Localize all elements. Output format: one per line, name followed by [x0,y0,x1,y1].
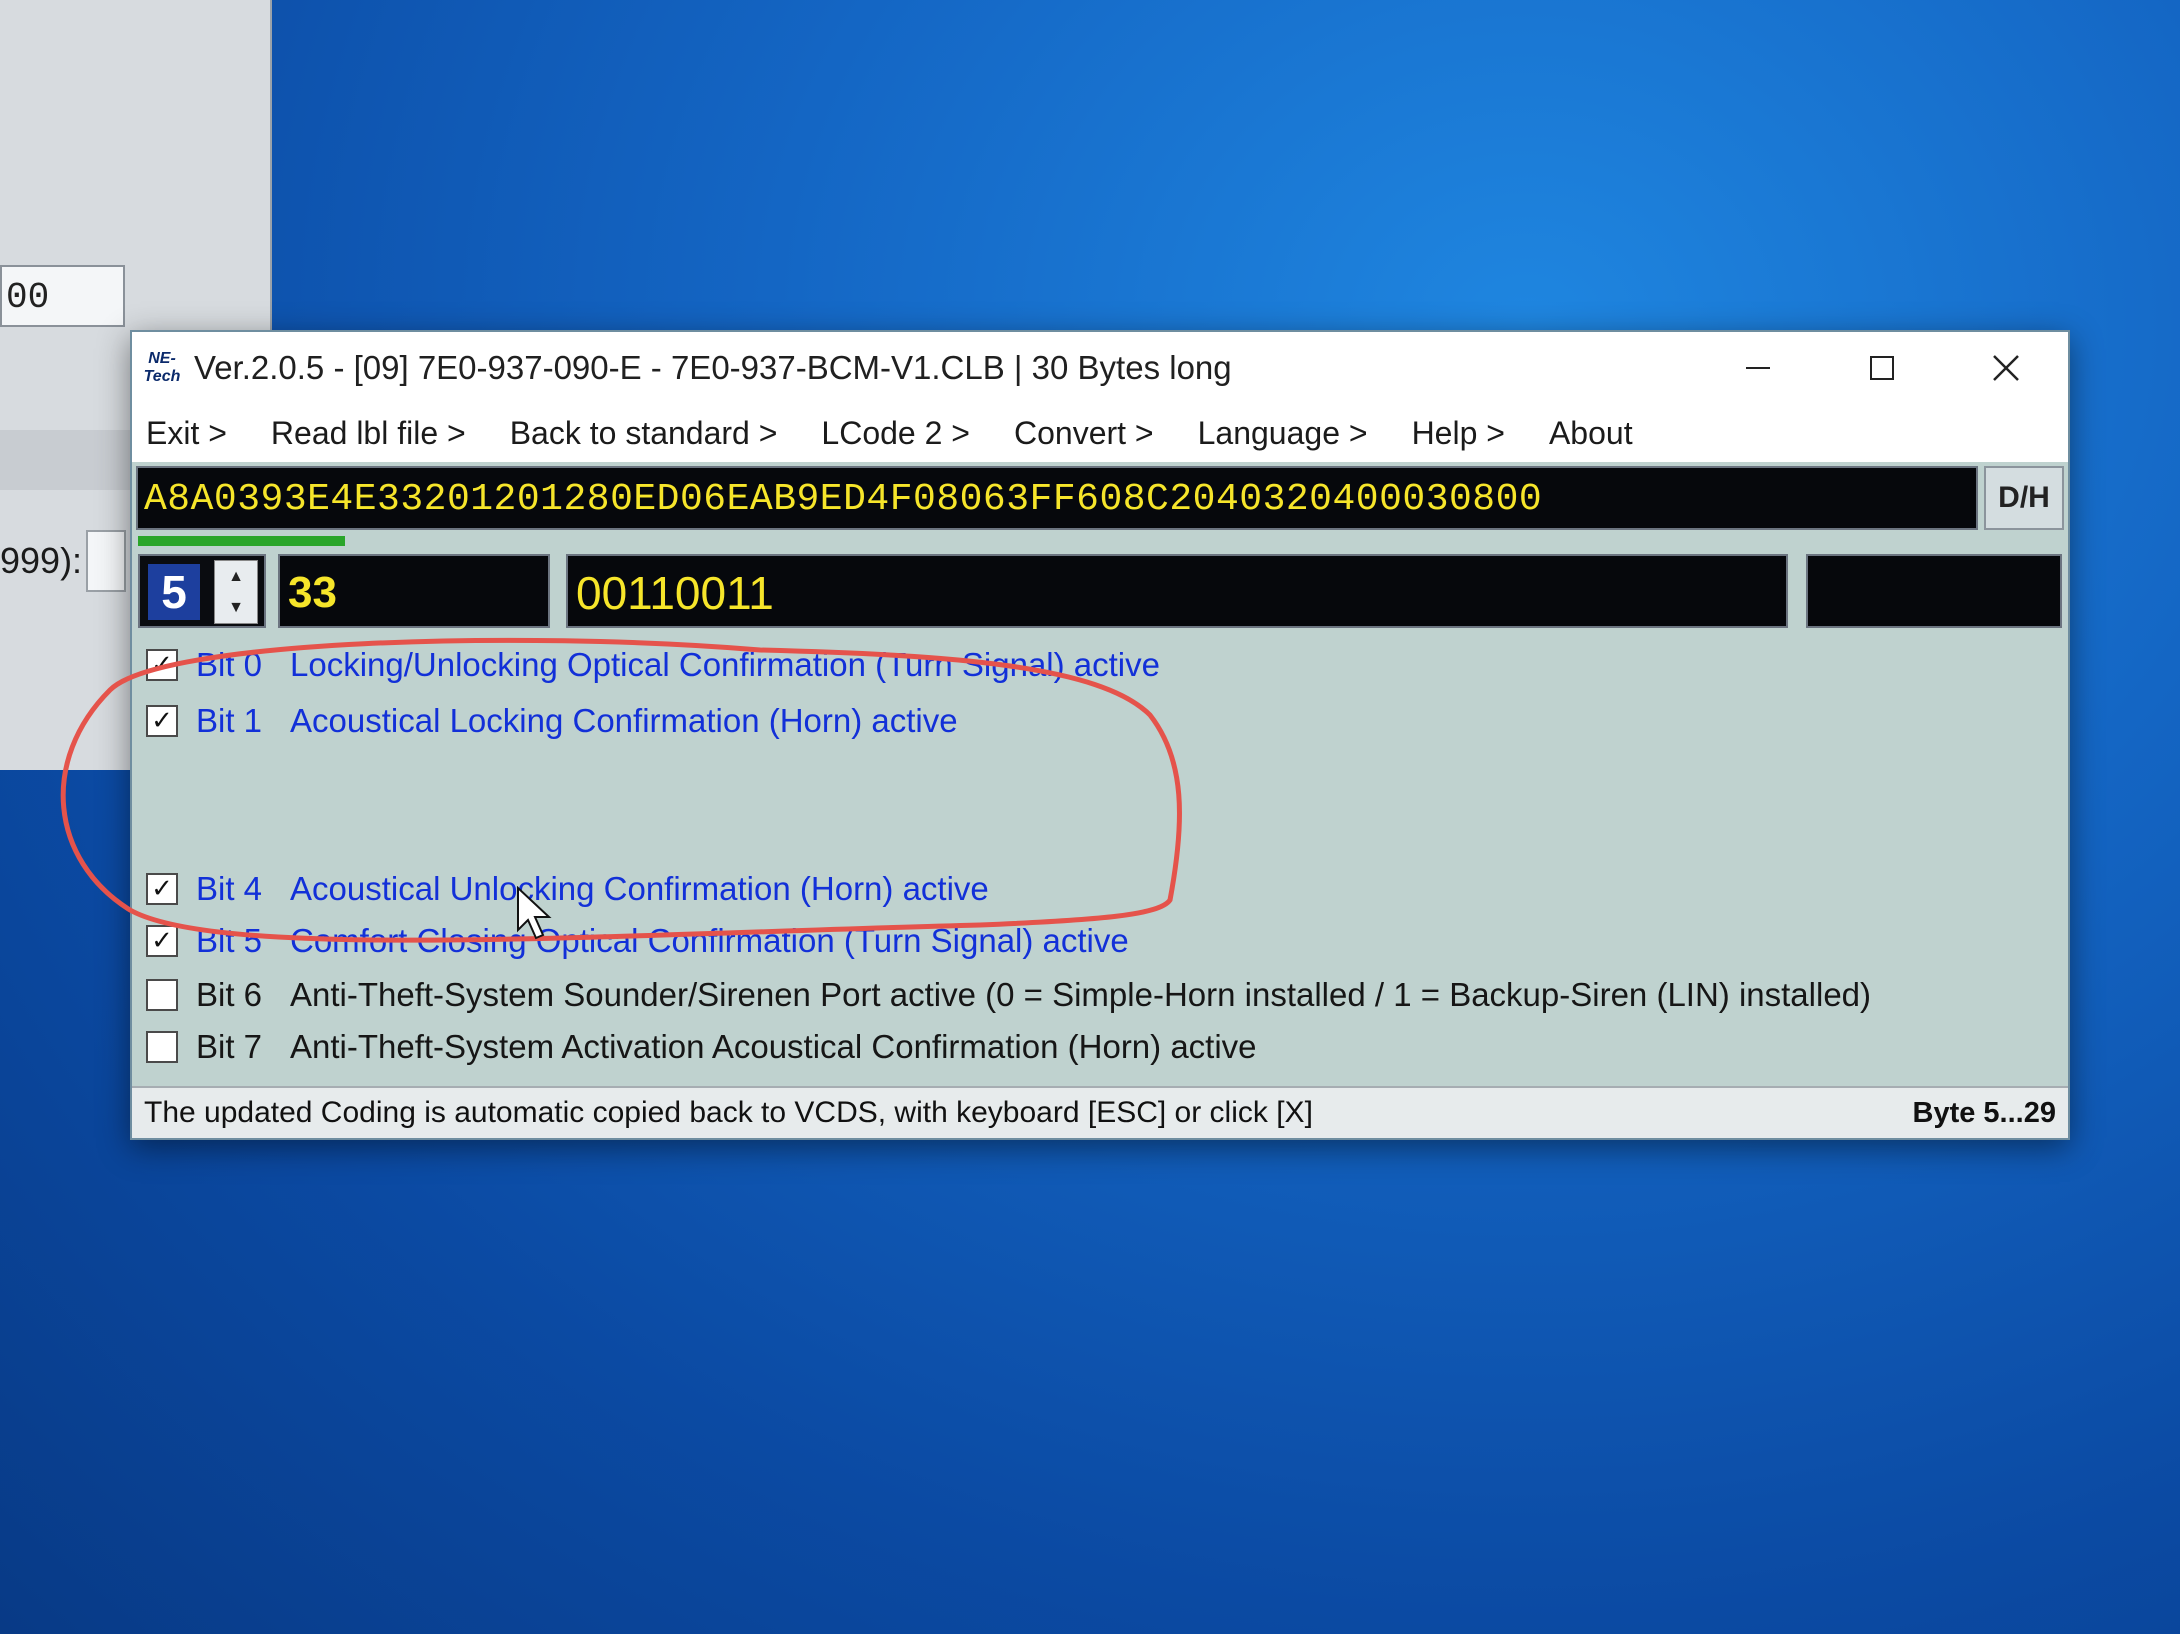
app-logo-icon: NE- Tech [138,344,186,392]
menu-bar: Exit > Read lbl file > Back to standard … [132,404,2068,462]
maximize-button[interactable] [1820,332,1944,404]
bit-4-checkbox[interactable]: ✓ [146,873,178,905]
bit-6-checkbox[interactable] [146,979,178,1011]
bit-row-5[interactable]: ✓ Bit 5 Comfort Closing Optical Confirma… [146,918,1129,964]
maximize-icon [1870,356,1894,380]
window-controls [1696,332,2068,404]
byte-extra-field[interactable] [1806,554,2062,628]
bit-row-7[interactable]: Bit 7 Anti-Theft-System Activation Acous… [146,1024,1257,1070]
background-window-field[interactable]: 00 [0,265,125,327]
title-bar[interactable]: NE- Tech Ver.2.0.5 - [09] 7E0-937-090-E … [132,332,2068,404]
bit-1-checkbox[interactable]: ✓ [146,705,178,737]
byte-position-fill [138,536,345,546]
bit-row-4[interactable]: ✓ Bit 4 Acoustical Unlocking Confirmatio… [146,866,989,912]
bit-row-6[interactable]: Bit 6 Anti-Theft-System Sounder/Sirenen … [146,972,1871,1018]
status-bar: The updated Coding is automatic copied b… [132,1086,2068,1138]
coding-string-field[interactable]: A8A0393E4E33201201280ED06EAB9ED4F08063FF… [136,466,1978,530]
window-title: Ver.2.0.5 - [09] 7E0-937-090-E - 7E0-937… [194,349,1232,386]
byte-index-spinner[interactable]: 5 ▲ ▼ [138,554,266,628]
background-window-small-field[interactable] [86,530,126,592]
byte-row: 5 ▲ ▼ 33 00110011 [138,554,2062,628]
close-icon [1993,355,2019,381]
bit-5-label: Comfort Closing Optical Confirmation (Tu… [290,922,1129,959]
menu-exit[interactable]: Exit > [146,415,227,452]
bit-0-checkbox[interactable]: ✓ [146,649,178,681]
close-button[interactable] [1944,332,2068,404]
minimize-button[interactable] [1696,332,1820,404]
menu-language[interactable]: Language > [1198,415,1368,452]
mouse-cursor-icon [517,886,552,940]
coding-row: A8A0393E4E33201201280ED06EAB9ED4F08063FF… [136,466,2064,530]
bit-4-label: Acoustical Unlocking Confirmation (Horn)… [290,870,989,907]
byte-index-value[interactable]: 5 [148,564,200,620]
menu-help[interactable]: Help > [1412,415,1505,452]
status-byte-range: Byte 5...29 [1912,1096,2056,1129]
bit-0-number: Bit 0 [196,646,263,683]
bit-row-0[interactable]: ✓ Bit 0 Locking/Unlocking Optical Confir… [146,642,1160,688]
menu-back-to-standard[interactable]: Back to standard > [510,415,778,452]
logo-text-line1: NE- [148,350,176,367]
byte-binary-field[interactable]: 00110011 [566,554,1788,628]
spin-arrows: ▲ ▼ [214,560,258,624]
byte-hex-field[interactable]: 33 [278,554,550,628]
bit-4-number: Bit 4 [196,870,263,907]
bit-1-number: Bit 1 [196,702,263,739]
menu-read-lbl-file[interactable]: Read lbl file > [271,415,466,452]
spin-up-icon[interactable]: ▲ [215,561,257,592]
bit-6-label: Anti-Theft-System Sounder/Sirenen Port a… [290,976,1872,1013]
menu-convert[interactable]: Convert > [1014,415,1154,452]
bit-5-number: Bit 5 [196,922,263,959]
minimize-icon [1746,367,1770,369]
background-window-label: 999): [0,540,83,581]
coding-helper-window: NE- Tech Ver.2.0.5 - [09] 7E0-937-090-E … [130,330,2070,1140]
bit-row-1[interactable]: ✓ Bit 1 Acoustical Locking Confirmation … [146,698,958,744]
spin-down-icon[interactable]: ▼ [215,592,257,623]
menu-lcode-2[interactable]: LCode 2 > [821,415,970,452]
bit-1-label: Acoustical Locking Confirmation (Horn) a… [290,702,958,739]
byte-position-bar [138,536,2018,546]
bit-0-label: Locking/Unlocking Optical Confirmation (… [290,646,1160,683]
dh-toggle-button[interactable]: D/H [1984,466,2064,530]
logo-text-line2: Tech [143,368,181,385]
bit-7-checkbox[interactable] [146,1031,178,1063]
menu-about[interactable]: About [1549,415,1633,452]
status-message: The updated Coding is automatic copied b… [144,1096,1313,1129]
bit-7-label: Anti-Theft-System Activation Acoustical … [290,1028,1257,1065]
bit-6-number: Bit 6 [196,976,263,1013]
bit-5-checkbox[interactable]: ✓ [146,925,178,957]
bit-7-number: Bit 7 [196,1028,263,1065]
